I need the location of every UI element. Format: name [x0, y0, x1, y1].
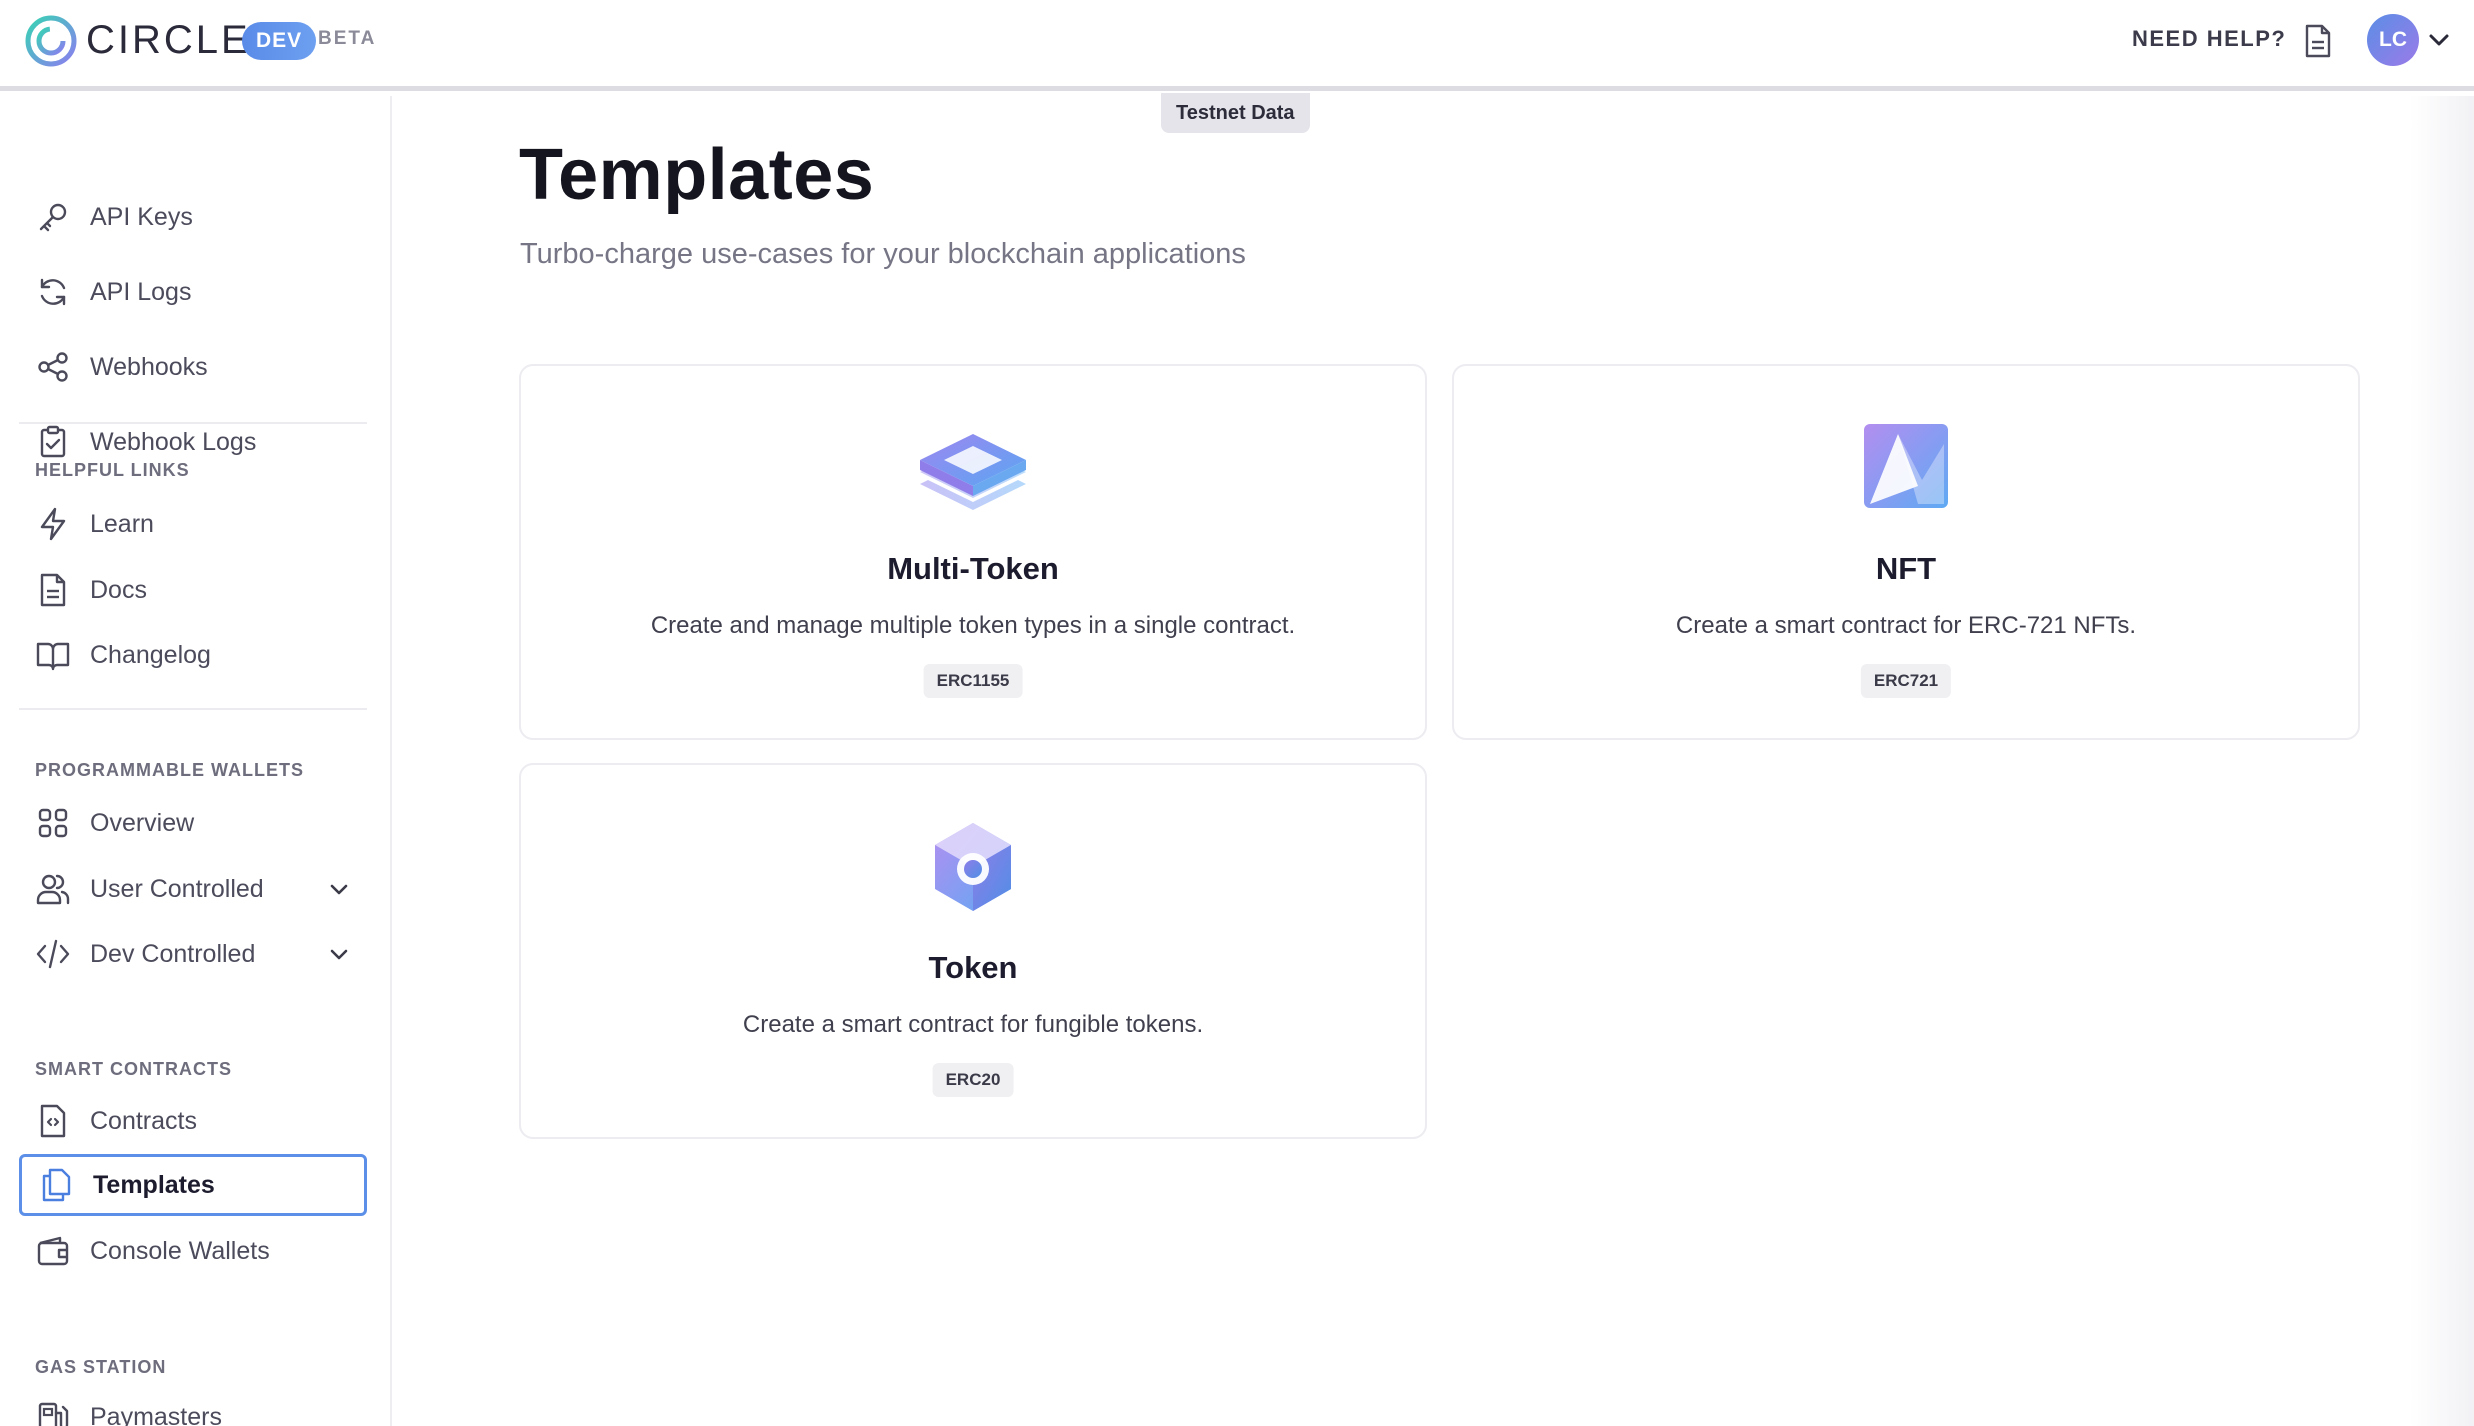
key-icon	[39, 203, 67, 232]
contract-icon	[40, 1104, 66, 1138]
layers-icon	[920, 434, 1026, 510]
users-icon	[36, 874, 70, 905]
standard-badge: ERC20	[932, 1063, 1014, 1097]
sidebar-item-label: Console Wallets	[90, 1236, 270, 1265]
card-description: Create and manage multiple token types i…	[650, 612, 1296, 639]
refresh-icon	[40, 278, 66, 306]
templates-icon	[42, 1168, 71, 1202]
sidebar-item-label: API Keys	[90, 202, 193, 231]
standard-badge: ERC1155	[923, 664, 1023, 698]
card-title: Multi-Token	[887, 551, 1059, 586]
chevron-down-icon[interactable]	[327, 942, 351, 966]
bolt-icon	[40, 507, 66, 541]
sidebar-item-label: Webhooks	[90, 352, 208, 381]
sidebar-divider	[19, 422, 367, 424]
sidebar-item-learn[interactable]: Learn	[19, 493, 367, 555]
sidebar-item-label: API Logs	[90, 277, 192, 306]
section-title-smart-contracts: SMART CONTRACTS	[35, 1059, 232, 1079]
sidebar-item-api-keys[interactable]: API Keys	[19, 186, 367, 248]
section-title-helpful-links: HELPFUL LINKS	[35, 460, 190, 480]
share-icon	[38, 352, 68, 382]
code-icon	[36, 939, 70, 969]
section-title-gas-station: GAS STATION	[35, 1357, 167, 1377]
page-subtitle: Turbo-charge use-cases for your blockcha…	[520, 238, 1246, 270]
env-badge: DEV	[242, 22, 317, 60]
sidebar-item-label: Learn	[90, 509, 154, 538]
circle-logo-icon[interactable]	[24, 14, 78, 68]
grid-icon	[38, 808, 68, 838]
sidebar-item-label: Contracts	[90, 1106, 197, 1135]
chevron-down-icon[interactable]	[327, 877, 351, 901]
chevron-down-icon[interactable]	[2428, 30, 2450, 50]
token-cube-icon	[935, 823, 1011, 911]
template-card-nft[interactable]: NFT Create a smart contract for ERC-721 …	[1452, 364, 2360, 740]
sidebar-item-api-logs[interactable]: API Logs	[19, 261, 367, 323]
sidebar-item-label: Dev Controlled	[90, 939, 256, 968]
sidebar-item-label: Overview	[90, 808, 195, 837]
document-icon	[40, 573, 66, 607]
card-title: NFT	[1875, 551, 1937, 586]
template-card-token[interactable]: Token Create a smart contract for fungib…	[519, 763, 1427, 1139]
sidebar-item-label: Templates	[93, 1170, 215, 1199]
document-icon[interactable]	[2303, 24, 2333, 58]
sidebar-item-webhooks[interactable]: Webhooks	[19, 336, 367, 398]
sidebar-item-console-wallets[interactable]: Console Wallets	[19, 1220, 367, 1282]
top-bar: CIRCLE DEV BETA NEED HELP? LC	[0, 0, 2474, 91]
sidebar-item-docs[interactable]: Docs	[19, 559, 367, 621]
sidebar-item-contracts[interactable]: Contracts	[19, 1090, 367, 1152]
sidebar: API Keys API Logs Webhooks Webhook Logs …	[0, 96, 392, 1426]
user-avatar[interactable]: LC	[2367, 14, 2419, 66]
brand-name[interactable]: CIRCLE	[86, 18, 251, 63]
sidebar-item-label: Webhook Logs	[90, 427, 257, 456]
sidebar-divider	[19, 708, 367, 710]
section-title-programmable-wallets: PROGRAMMABLE WALLETS	[35, 760, 304, 780]
sidebar-item-dev-controlled[interactable]: Dev Controlled	[19, 923, 367, 985]
testnet-data-badge: Testnet Data	[1161, 93, 1310, 133]
wallet-icon	[37, 1236, 69, 1266]
sidebar-item-templates[interactable]: Templates	[19, 1154, 367, 1216]
card-title: Token	[928, 950, 1018, 985]
sidebar-item-label: Changelog	[90, 640, 211, 669]
page-title: Templates	[519, 135, 875, 215]
standard-badge: ERC721	[1860, 664, 1952, 698]
beta-label: BETA	[318, 28, 377, 49]
nft-icon	[1864, 424, 1948, 508]
clipboard-check-icon	[40, 425, 66, 458]
need-help-link[interactable]: NEED HELP?	[2132, 26, 2286, 52]
sidebar-item-label: User Controlled	[90, 874, 264, 903]
template-card-multi-token[interactable]: Multi-Token Create and manage multiple t…	[519, 364, 1427, 740]
right-edge-shadow	[2410, 96, 2474, 1426]
card-description: Create a smart contract for fungible tok…	[742, 1011, 1204, 1038]
card-description: Create a smart contract for ERC-721 NFTs…	[1675, 612, 2137, 639]
sidebar-item-label: Paymasters	[90, 1402, 222, 1426]
book-icon	[36, 642, 70, 671]
sidebar-item-user-controlled[interactable]: User Controlled	[19, 858, 367, 920]
sidebar-item-label: Docs	[90, 575, 147, 604]
sidebar-item-overview[interactable]: Overview	[19, 792, 367, 854]
gas-pump-icon	[38, 1402, 69, 1426]
sidebar-item-changelog[interactable]: Changelog	[19, 624, 367, 686]
sidebar-item-paymasters[interactable]: Paymasters	[19, 1386, 367, 1426]
